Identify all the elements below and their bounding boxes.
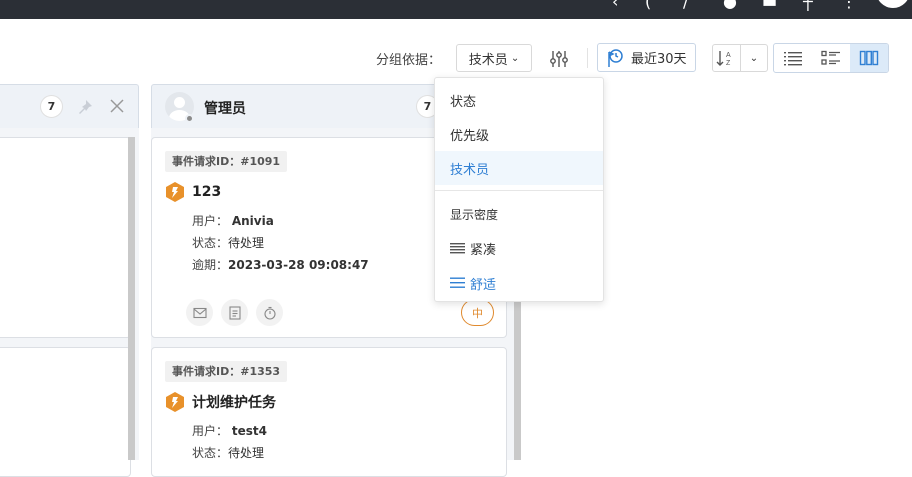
menu-icon[interactable]: ⋮ [841, 0, 857, 10]
chevron-down-icon: ⌄ [510, 52, 520, 64]
pin-icon[interactable] [76, 98, 94, 116]
note-icon[interactable] [221, 299, 248, 326]
help-icon[interactable]: ● [723, 0, 737, 10]
card[interactable] [0, 137, 131, 338]
incident-icon [166, 182, 184, 202]
sliders-icon[interactable] [548, 48, 570, 70]
group-by-select[interactable]: 技术员 ⌄ [456, 44, 532, 72]
group-by-label: 分组依据： [376, 53, 442, 68]
user-avatar[interactable] [876, 0, 910, 8]
scrollbar[interactable] [128, 137, 135, 460]
column-header-left: 7 [0, 84, 139, 129]
priority-badge: 中 [461, 299, 494, 326]
compact-density-icon [450, 243, 465, 254]
incident-icon [166, 392, 184, 412]
status-dot [185, 114, 194, 123]
ticket-id-tag: 事件请求ID：#1353 [165, 361, 288, 382]
close-icon[interactable] [110, 99, 124, 113]
top-bar: ‹ ( / ● ▬ ┼ ⋮ [0, 0, 912, 19]
notification-icon[interactable]: ▬ [762, 0, 777, 10]
ticket-title-row[interactable]: 计划维护任务 [165, 391, 276, 413]
nav-left-icon[interactable]: ‹ [612, 0, 618, 10]
mail-icon[interactable] [186, 299, 213, 326]
kanban-icon[interactable] [850, 44, 888, 72]
ticket-title-row[interactable]: 123 [165, 181, 221, 203]
dropdown-item-status[interactable]: 状态 [435, 83, 603, 117]
ticket-id-tag: 事件请求ID：#1091 [165, 151, 288, 172]
svg-text:A: A [726, 52, 731, 59]
timer-icon[interactable] [256, 299, 283, 326]
comfortable-density-icon [450, 277, 465, 288]
dropdown-divider [435, 190, 603, 191]
view-switcher[interactable] [773, 43, 889, 73]
toolbar-divider [587, 48, 588, 68]
group-by-dropdown: 状态 优先级 技术员 显示密度 紧凑 舒适 [434, 77, 604, 302]
ticket-card[interactable]: 事件请求ID：#1353 计划维护任务 用户： test4 状态：待处理 [151, 347, 507, 477]
user-field: 用户： test4 [192, 424, 267, 438]
sort-az-icon[interactable]: A Z [713, 45, 740, 71]
dropdown-item-technician[interactable]: 技术员 [435, 151, 603, 185]
clock-flag-icon [608, 48, 623, 67]
status-field: 状态：待处理 [192, 446, 265, 460]
ticket-title: 计划维护任务 [192, 395, 276, 411]
date-range-button[interactable]: 最近30天 [597, 43, 696, 72]
due-field: 逾期：2023-03-28 09:08:47 [192, 258, 369, 272]
dropdown-item-priority[interactable]: 优先级 [435, 117, 603, 151]
svg-text:Z: Z [726, 60, 731, 67]
nav-slash-icon[interactable]: / [683, 0, 688, 10]
column-count-badge: 7 [40, 95, 63, 118]
sort-chevron-icon[interactable]: ⌄ [739, 45, 767, 71]
card[interactable] [0, 347, 131, 477]
density-section-title: 显示密度 [450, 208, 499, 222]
date-range-label: 最近30天 [631, 52, 687, 67]
nav-paren-icon[interactable]: ( [645, 0, 651, 10]
column-title: 管理员 [204, 101, 246, 117]
density-comfortable[interactable]: 舒适 [435, 266, 603, 300]
list-icon[interactable] [774, 44, 812, 72]
add-icon[interactable]: ┼ [803, 0, 813, 10]
user-field: 用户： Anivia [192, 214, 274, 228]
detail-list-icon[interactable] [812, 44, 850, 72]
group-by-value: 技术员 [468, 52, 508, 68]
status-field: 状态：待处理 [192, 236, 265, 250]
column-body-left [0, 128, 139, 477]
density-compact[interactable]: 紧凑 [435, 231, 603, 265]
ticket-title: 123 [192, 184, 222, 200]
sort-control[interactable]: A Z ⌄ [712, 44, 768, 72]
